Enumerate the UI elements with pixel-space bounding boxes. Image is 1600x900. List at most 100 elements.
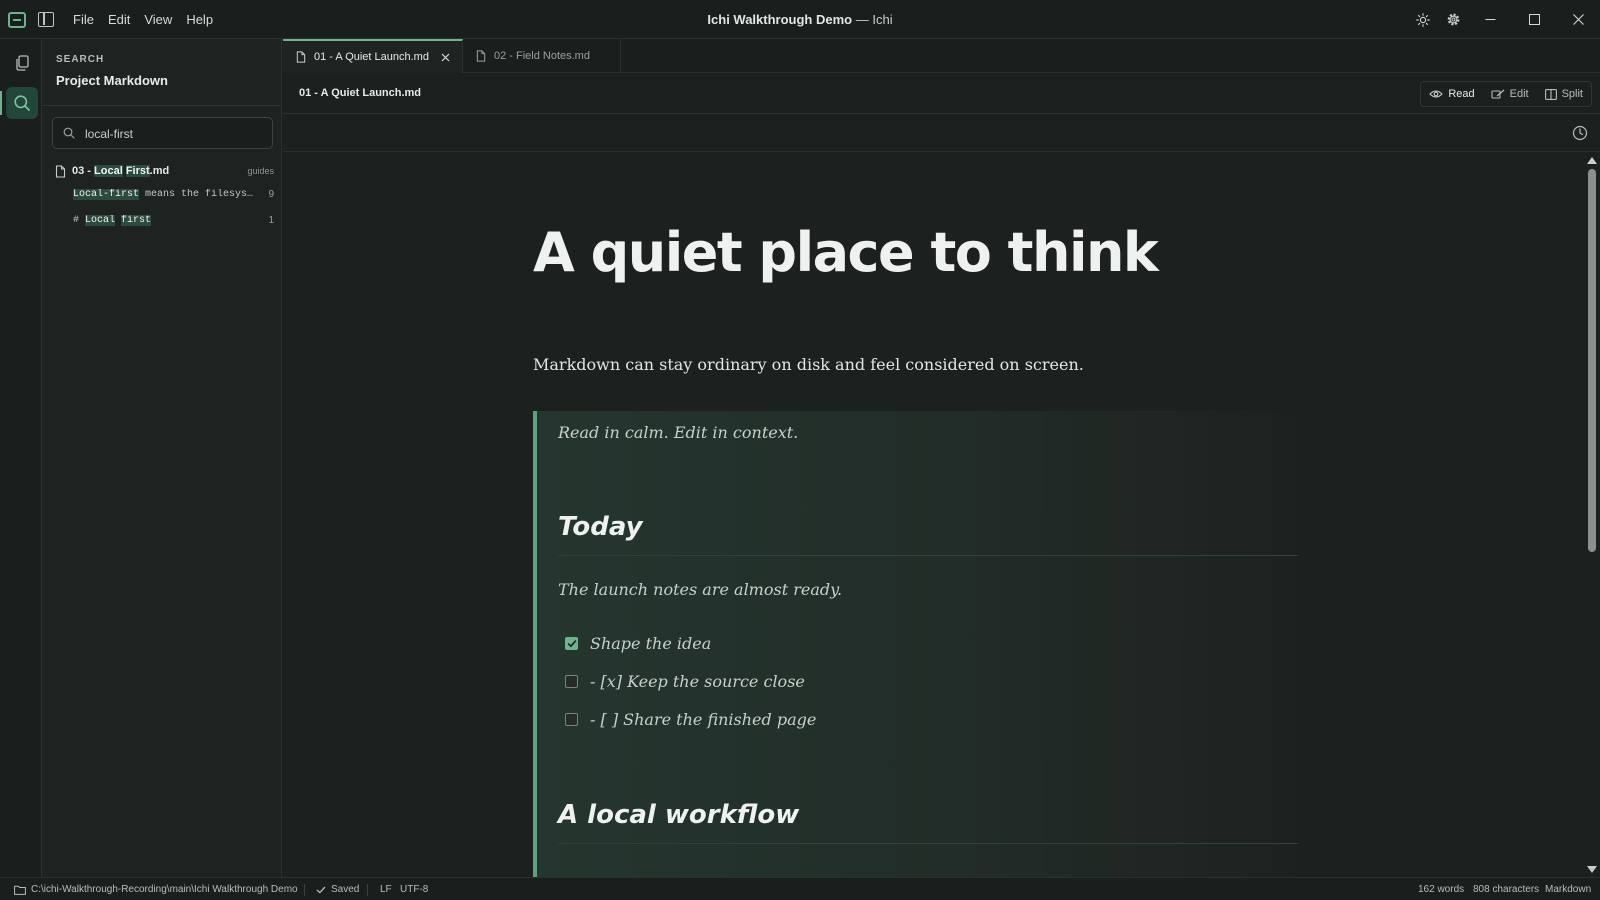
tab-bar: 01 - A Quiet Launch.md 02 - Field Notes.… — [283, 39, 1600, 73]
task-checkbox[interactable] — [565, 674, 578, 688]
search-result-file[interactable]: 03 - Local First.md guides — [54, 162, 278, 180]
scrollbar-thumb[interactable] — [1588, 169, 1596, 552]
minimize-button[interactable] — [1468, 0, 1512, 39]
close-window-button[interactable] — [1556, 0, 1600, 39]
activity-bar — [0, 39, 42, 877]
split-mode-label: Split — [1561, 88, 1583, 100]
sidebar-toggle-icon[interactable] — [38, 12, 54, 27]
search-match-row[interactable]: Local-first means the filesystem is the … — [73, 187, 278, 205]
task-checkbox[interactable] — [565, 636, 578, 650]
vertical-scrollbar[interactable] — [1586, 153, 1598, 877]
task-item: Shape the idea — [565, 633, 711, 653]
word-count-text: 162 words — [1418, 884, 1465, 895]
status-line-ending[interactable]: LF — [380, 884, 392, 895]
document-header: 01 - A Quiet Launch.md Read Edit Split — [283, 74, 1600, 114]
maximize-button[interactable] — [1512, 0, 1556, 39]
status-divider — [367, 884, 368, 896]
task-label: - [ ] Share the finished page — [590, 709, 817, 729]
document-heading: A quiet place to think — [533, 221, 1159, 284]
status-encoding[interactable]: UTF-8 — [400, 884, 428, 895]
check-icon — [316, 886, 326, 894]
language-text: Markdown — [1545, 884, 1592, 895]
panel-divider — [42, 105, 282, 106]
split-mode-button[interactable]: Split — [1537, 82, 1591, 106]
edit-pencil-icon — [1491, 89, 1505, 99]
menu-help[interactable]: Help — [179, 12, 220, 27]
settings-gear-icon[interactable] — [1438, 0, 1468, 39]
encoding-text: UTF-8 — [400, 884, 429, 895]
read-mode-button[interactable]: Read — [1421, 82, 1482, 106]
task-checkbox[interactable] — [565, 712, 578, 726]
search-box — [52, 117, 273, 149]
markdown-file-icon — [476, 50, 486, 62]
status-divider — [304, 884, 305, 896]
result-folder: guides — [247, 166, 274, 176]
search-input[interactable] — [85, 125, 265, 143]
markdown-file-icon — [296, 51, 306, 63]
match-text: # Local first — [73, 215, 255, 226]
match-line-number: 9 — [268, 189, 274, 200]
window-title-main: Ichi Walkthrough Demo — [707, 12, 853, 27]
match-highlight: Local-first — [73, 189, 140, 200]
edit-mode-label: Edit — [1509, 88, 1529, 100]
file-name-suffix: .md — [149, 165, 170, 177]
search-match-row[interactable]: # Local first 1 — [73, 213, 278, 231]
read-mode-label: Read — [1448, 88, 1475, 100]
match-text: Local-first means the filesystem is the … — [73, 189, 255, 200]
title-bar: File Edit View Help Ichi Walkthrough Dem… — [0, 0, 1600, 39]
search-panel: SEARCH Project Markdown 03 - Local First… — [42, 39, 282, 877]
app-logo-icon — [8, 12, 26, 28]
history-clock-icon[interactable] — [1572, 125, 1588, 146]
status-language[interactable]: Markdown — [1545, 884, 1591, 895]
panel-label: SEARCH — [56, 54, 105, 65]
tab-close-icon[interactable] — [441, 53, 450, 62]
task-label: Shape the idea — [590, 633, 712, 653]
menu-view[interactable]: View — [137, 12, 179, 27]
document-name: 01 - A Quiet Launch.md — [299, 87, 422, 99]
match-highlight: first — [121, 215, 152, 226]
heading-rule — [558, 555, 1298, 556]
tab-quiet-launch[interactable]: 01 - A Quiet Launch.md — [283, 39, 463, 73]
menu-bar: File Edit View Help — [66, 0, 220, 39]
document-content: A quiet place to think Markdown can stay… — [283, 153, 1583, 877]
status-bar: C:\ichi-Walkthrough-Recording\main\Ichi … — [0, 877, 1600, 900]
file-name-prefix: 03 - — [72, 165, 95, 177]
search-icon[interactable] — [6, 87, 38, 119]
edit-mode-button[interactable]: Edit — [1483, 82, 1537, 106]
match-line-number: 1 — [268, 215, 274, 226]
menu-edit[interactable]: Edit — [101, 12, 137, 27]
window-title: Ichi Walkthrough Demo — Ichi — [0, 12, 1600, 27]
eye-icon — [1429, 90, 1444, 98]
task-label: - [x] Keep the source close — [590, 671, 805, 691]
status-path[interactable]: C:\ichi-Walkthrough-Recording\main\Ichi … — [14, 884, 298, 895]
markdown-file-icon — [55, 164, 66, 178]
quote-paragraph: The launch notes are almost ready. — [558, 580, 843, 599]
tab-field-notes[interactable]: 02 - Field Notes.md — [463, 39, 621, 73]
window-title-app: — Ichi — [855, 12, 893, 27]
document-toolbar — [283, 115, 1600, 152]
scroll-down-arrow-icon[interactable] — [1587, 866, 1597, 873]
status-char-count: 808 characters — [1473, 884, 1539, 895]
heading-local-workflow: A local workflow — [558, 800, 800, 830]
tab-label: 02 - Field Notes.md — [493, 50, 590, 62]
folder-icon — [14, 885, 26, 895]
match-rest: means the filesystem is the source of tr… — [145, 189, 255, 200]
quote-line: Read in calm. Edit in context. — [558, 423, 799, 442]
scroll-up-arrow-icon[interactable] — [1587, 157, 1597, 164]
panel-title: Project Markdown — [56, 73, 168, 88]
view-mode-switcher: Read Edit Split — [1420, 81, 1592, 107]
heading-rule — [558, 843, 1298, 844]
split-view-icon — [1544, 88, 1557, 100]
line-ending-text: LF — [380, 884, 392, 895]
theme-toggle-icon[interactable] — [1408, 0, 1438, 39]
file-name-highlight: First — [125, 165, 150, 177]
lead-paragraph: Markdown can stay ordinary on disk and f… — [533, 355, 1084, 374]
window-controls — [1408, 0, 1600, 39]
status-saved-text: Saved — [331, 884, 360, 895]
files-icon[interactable] — [6, 47, 38, 79]
file-name-highlight: Local — [94, 165, 123, 177]
blockquote: Read in calm. Edit in context. Today The… — [533, 411, 1298, 877]
active-indicator — [0, 91, 2, 115]
menu-file[interactable]: File — [66, 12, 101, 27]
char-count-text: 808 characters — [1473, 884, 1540, 895]
